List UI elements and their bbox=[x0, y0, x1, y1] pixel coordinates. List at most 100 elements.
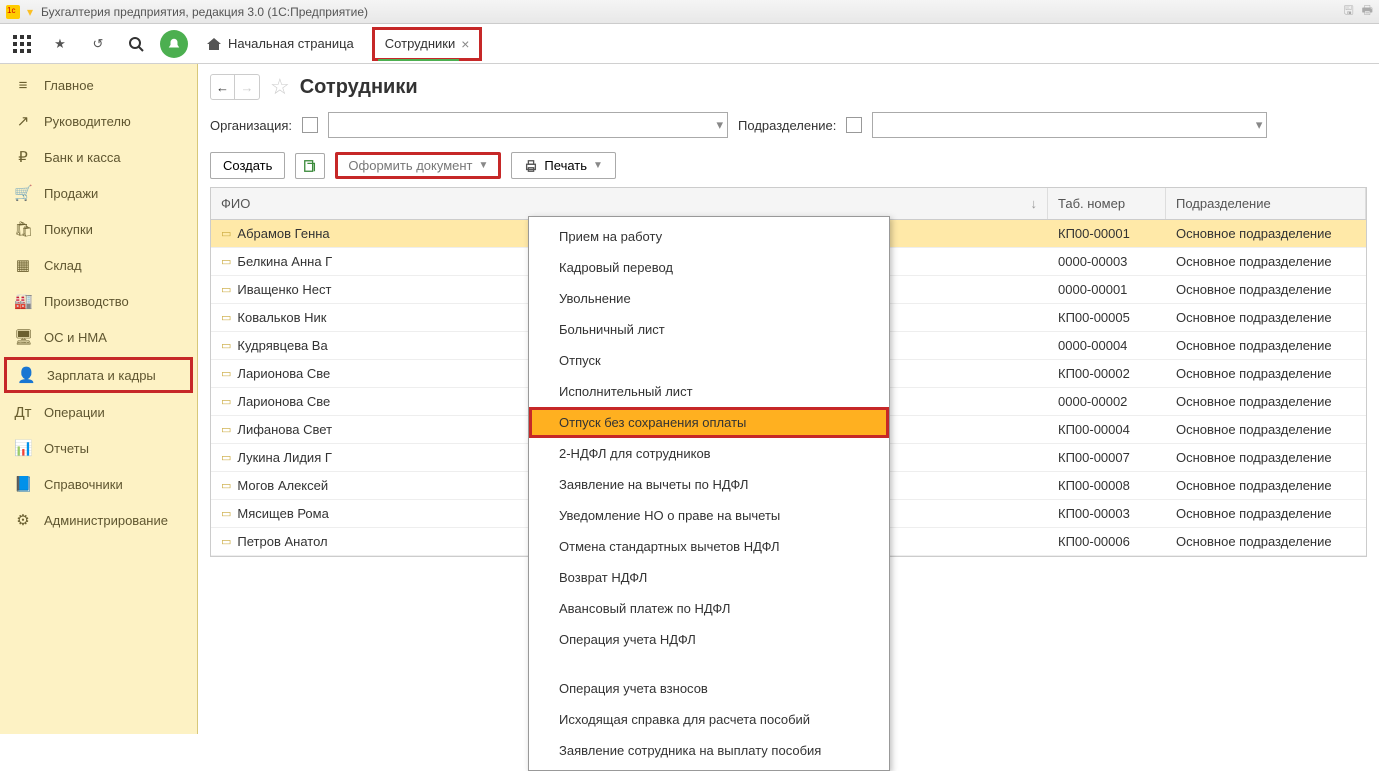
menu-item-17[interactable]: Заявление сотрудника на выплату пособия bbox=[529, 735, 889, 766]
menu-item-3[interactable]: Больничный лист bbox=[529, 314, 889, 345]
tab-cell: КП00-00006 bbox=[1048, 528, 1166, 555]
sidebar-label: Руководителю bbox=[44, 114, 131, 129]
dep-cell: Основное подразделение bbox=[1166, 388, 1366, 415]
fio-cell: Лукина Лидия Г bbox=[237, 450, 331, 465]
fio-cell: Мясищев Рома bbox=[237, 506, 328, 521]
tab-cell: КП00-00004 bbox=[1048, 416, 1166, 443]
sidebar-label: Главное bbox=[44, 78, 94, 93]
nav-arrows: ← → bbox=[210, 74, 260, 100]
sidebar-icon: 🛍 bbox=[14, 220, 32, 238]
close-tab-icon[interactable]: × bbox=[461, 36, 469, 52]
column-tab-number[interactable]: Таб. номер bbox=[1048, 188, 1166, 219]
page-title: Сотрудники bbox=[300, 76, 418, 99]
dep-dropdown[interactable]: ▾ bbox=[872, 112, 1267, 138]
sidebar-label: Операции bbox=[44, 405, 105, 420]
org-label: Организация: bbox=[210, 118, 292, 133]
sidebar-item-8[interactable]: 👤Зарплата и кадры bbox=[4, 357, 193, 393]
sidebar-icon: 🖥 bbox=[14, 328, 32, 346]
dep-label: Подразделение: bbox=[738, 118, 836, 133]
menu-item-11[interactable]: Возврат НДФЛ bbox=[529, 562, 889, 593]
menu-item-12[interactable]: Авансовый платеж по НДФЛ bbox=[529, 593, 889, 624]
tab-cell: 0000-00003 bbox=[1048, 248, 1166, 275]
tab-cell: КП00-00003 bbox=[1048, 500, 1166, 527]
tab-cell: КП00-00005 bbox=[1048, 304, 1166, 331]
save-icon[interactable]: 🖫 bbox=[1343, 1, 1353, 22]
menu-item-5[interactable]: Исполнительный лист bbox=[529, 376, 889, 407]
sidebar-item-11[interactable]: 📘Справочники bbox=[0, 466, 197, 502]
sidebar-label: Банк и касса bbox=[44, 150, 121, 165]
menu-item-1[interactable]: Кадровый перевод bbox=[529, 252, 889, 283]
row-icon: ▭ bbox=[221, 423, 231, 436]
dep-cell: Основное подразделение bbox=[1166, 416, 1366, 443]
search-icon[interactable] bbox=[122, 30, 150, 58]
sidebar-item-4[interactable]: 🛍Покупки bbox=[0, 211, 197, 247]
fio-cell: Белкина Анна Г bbox=[237, 254, 332, 269]
menu-item-7[interactable]: 2-НДФЛ для сотрудников bbox=[529, 438, 889, 469]
menu-item-9[interactable]: Уведомление НО о праве на вычеты bbox=[529, 500, 889, 531]
history-icon[interactable]: ↺ bbox=[84, 30, 112, 58]
apps-grid-icon[interactable] bbox=[8, 30, 36, 58]
menu-item-15[interactable]: Операция учета взносов bbox=[529, 673, 889, 704]
sidebar-label: ОС и НМА bbox=[44, 330, 107, 345]
home-tab[interactable]: Начальная страница bbox=[206, 36, 354, 52]
favorite-star-icon[interactable]: ☆ bbox=[270, 74, 290, 100]
sidebar-item-0[interactable]: ≡ Главное bbox=[0, 68, 197, 103]
sidebar-icon: ▦ bbox=[14, 256, 32, 274]
sidebar-item-1[interactable]: ↗ Руководителю bbox=[0, 103, 197, 139]
sidebar-icon: ₽ bbox=[14, 148, 32, 166]
row-icon: ▭ bbox=[221, 255, 231, 268]
print-titlebar-icon[interactable]: 🖶 bbox=[1362, 1, 1373, 22]
tab-cell: КП00-00001 bbox=[1048, 220, 1166, 247]
tab-cell: 0000-00004 bbox=[1048, 332, 1166, 359]
column-department[interactable]: Подразделение bbox=[1166, 188, 1366, 219]
title-dropdown-icon[interactable]: ▾ bbox=[27, 5, 33, 19]
create-button[interactable]: Создать bbox=[210, 152, 285, 179]
column-fio[interactable]: ФИО ↓ bbox=[211, 188, 1048, 219]
menu-item-10[interactable]: Отмена стандартных вычетов НДФЛ bbox=[529, 531, 889, 562]
sidebar-icon: 🏭 bbox=[14, 292, 32, 310]
sidebar-item-12[interactable]: ⚙Администрирование bbox=[0, 502, 197, 538]
sidebar-label: Справочники bbox=[44, 477, 123, 492]
menu-item-4[interactable]: Отпуск bbox=[529, 345, 889, 376]
dep-checkbox[interactable] bbox=[846, 117, 862, 133]
notifications-icon[interactable] bbox=[160, 30, 188, 58]
tab-cell: 0000-00002 bbox=[1048, 388, 1166, 415]
tab-employees[interactable]: Сотрудники × bbox=[372, 27, 483, 61]
dep-cell: Основное подразделение bbox=[1166, 444, 1366, 471]
org-checkbox[interactable] bbox=[302, 117, 318, 133]
menu-item-8[interactable]: Заявление на вычеты по НДФЛ bbox=[529, 469, 889, 500]
row-icon: ▭ bbox=[221, 395, 231, 408]
sidebar-icon: 📊 bbox=[14, 439, 32, 457]
menu-item-16[interactable]: Исходящая справка для расчета пособий bbox=[529, 704, 889, 735]
row-icon: ▭ bbox=[221, 311, 231, 324]
nav-back-icon[interactable]: ← bbox=[211, 75, 235, 99]
menu-item-0[interactable]: Прием на работу bbox=[529, 221, 889, 252]
copy-button[interactable] bbox=[295, 153, 325, 179]
row-icon: ▭ bbox=[221, 367, 231, 380]
tab-cell: КП00-00002 bbox=[1048, 360, 1166, 387]
favorites-star-icon[interactable]: ★ bbox=[46, 30, 74, 58]
sidebar-icon: ≡ bbox=[14, 77, 32, 94]
content-area: ← → ☆ Сотрудники Организация: ▾ Подразде… bbox=[198, 64, 1379, 734]
menu-item-6[interactable]: Отпуск без сохранения оплаты bbox=[529, 407, 889, 438]
sidebar-item-10[interactable]: 📊Отчеты bbox=[0, 430, 197, 466]
print-button[interactable]: Печать▼ bbox=[511, 152, 616, 179]
row-icon: ▭ bbox=[221, 535, 231, 548]
row-icon: ▭ bbox=[221, 507, 231, 520]
window-titlebar: ▾ Бухгалтерия предприятия, редакция 3.0 … bbox=[0, 0, 1379, 24]
sidebar-item-2[interactable]: ₽ Банк и касса bbox=[0, 139, 197, 175]
sidebar-label: Продажи bbox=[44, 186, 98, 201]
sidebar-icon: ↗ bbox=[14, 112, 32, 130]
menu-item-2[interactable]: Увольнение bbox=[529, 283, 889, 314]
dep-cell: Основное подразделение bbox=[1166, 472, 1366, 499]
nav-forward-icon[interactable]: → bbox=[235, 75, 259, 99]
sidebar-item-3[interactable]: 🛒Продажи bbox=[0, 175, 197, 211]
menu-item-13[interactable]: Операция учета НДФЛ bbox=[529, 624, 889, 655]
sidebar-item-6[interactable]: 🏭Производство bbox=[0, 283, 197, 319]
sidebar-item-7[interactable]: 🖥 ОС и НМА bbox=[0, 319, 197, 355]
dep-cell: Основное подразделение bbox=[1166, 220, 1366, 247]
create-document-button[interactable]: Оформить документ▼ bbox=[335, 152, 501, 179]
sidebar-item-5[interactable]: ▦Склад bbox=[0, 247, 197, 283]
org-dropdown[interactable]: ▾ bbox=[328, 112, 728, 138]
sidebar-item-9[interactable]: ДтОперации bbox=[0, 395, 197, 430]
